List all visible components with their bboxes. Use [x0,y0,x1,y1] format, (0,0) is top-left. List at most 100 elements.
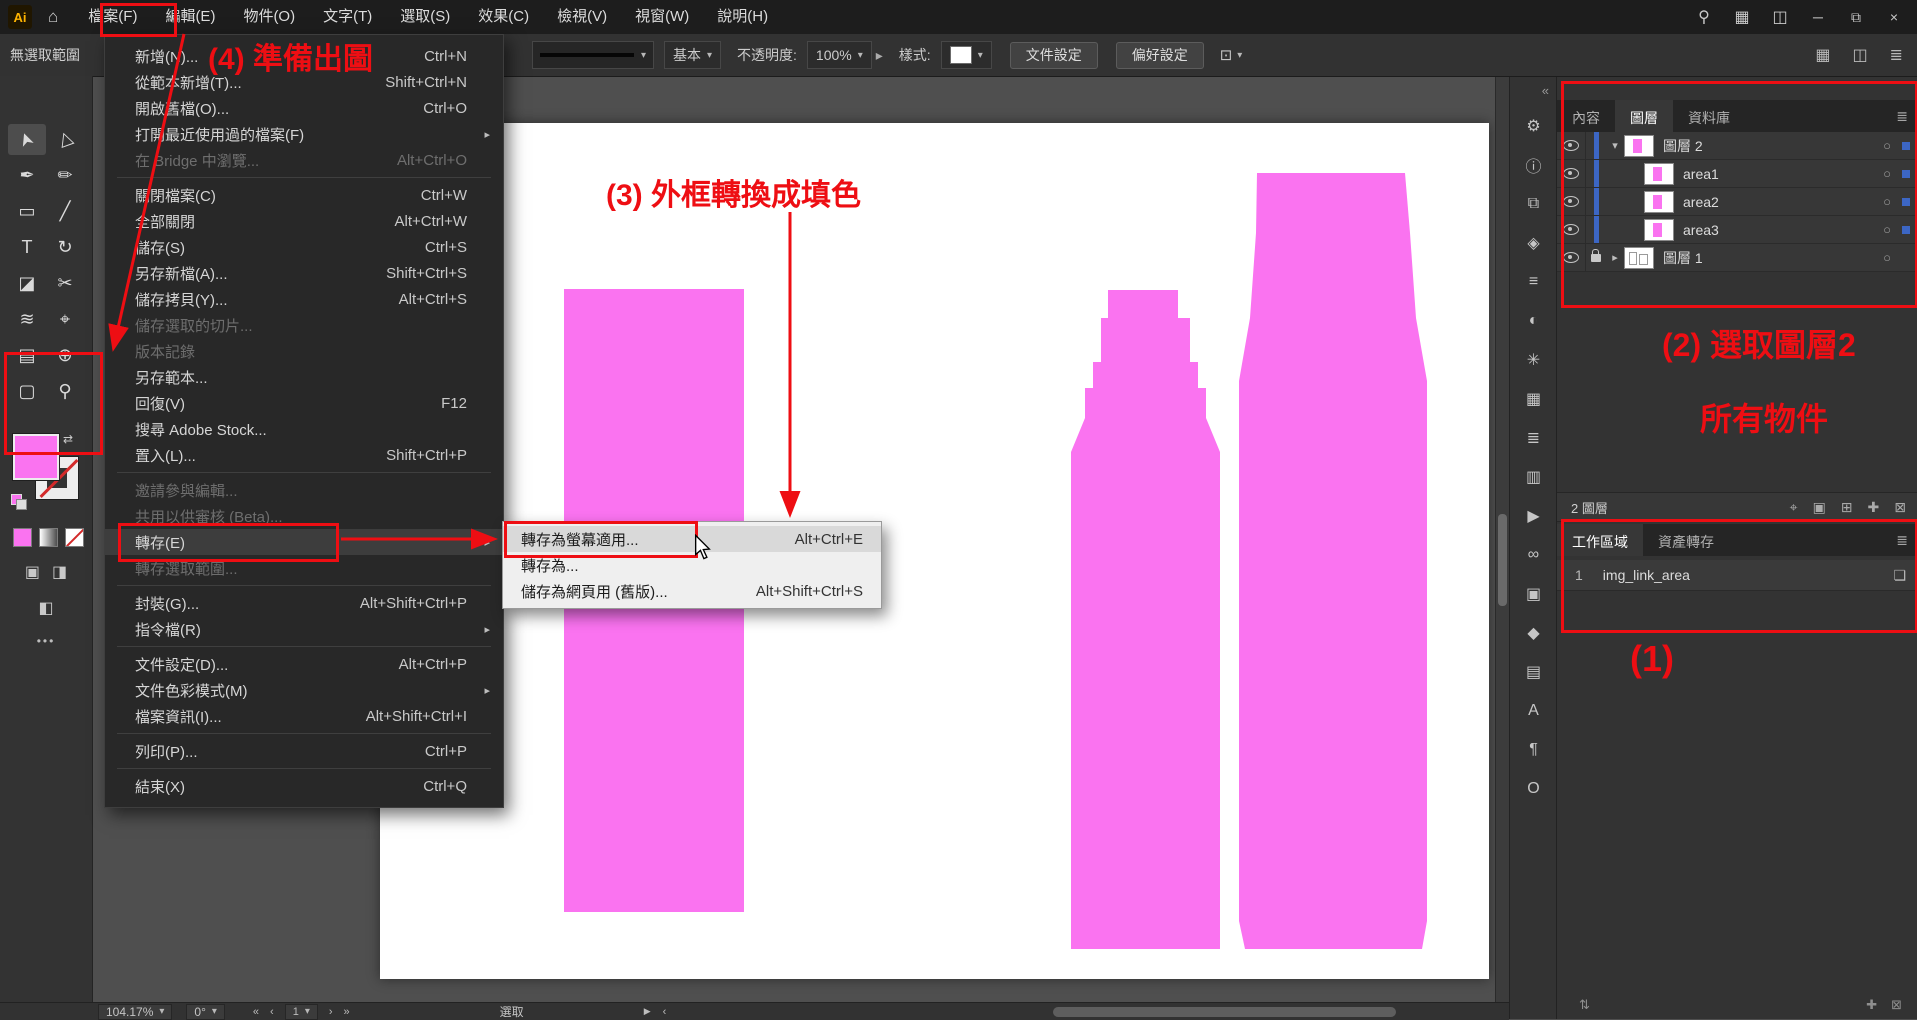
vertical-scrollbar[interactable] [1495,76,1509,1002]
menu-view[interactable]: 檢視(V) [543,0,621,34]
draw-behind-mode-icon[interactable]: ◨ [52,562,67,582]
gradient-tool-icon[interactable]: ▤ [8,340,46,371]
menu-item-document-setup[interactable]: 文件設定(D)...Alt+Ctrl+P [105,651,503,677]
color-fill-icon[interactable] [13,528,32,547]
tab-asset-export[interactable]: 資產轉存 [1643,524,1729,556]
menu-item-save-a-copy[interactable]: 儲存拷貝(Y)...Alt+Ctrl+S [105,286,503,312]
menu-effect[interactable]: 效果(C) [464,0,543,34]
symbols-icon[interactable]: ✳ [1527,340,1540,379]
line-segment-tool-icon[interactable]: ╱ [46,196,84,227]
magenta-large-bottle-shape[interactable] [1239,173,1427,949]
reorder-icon[interactable]: ⇅ [1579,997,1590,1013]
submenu-item-export-for-screens[interactable]: 轉存為螢幕適用...Alt+Ctrl+E [503,526,881,552]
appearance-icon[interactable]: ◈ [1527,223,1539,262]
info-icon[interactable]: ⓘ [1525,145,1541,184]
object-row-area2[interactable]: area2 ○ [1557,188,1917,216]
brush-definition-dropdown[interactable]: 基本 ▾ [664,41,721,69]
next-artboard-icon[interactable]: › [329,1006,333,1018]
screen-mode-icon[interactable]: ◧ [38,598,53,618]
swatches-icon[interactable]: ▦ [1526,379,1541,418]
artboards-panel-icon[interactable]: ▣ [1526,574,1541,613]
scissors-tool-icon[interactable]: ✂ [46,268,84,299]
target-circle-icon[interactable]: ○ [1872,222,1902,237]
illustrator-logo-icon[interactable]: Ai [8,5,32,29]
new-layer-icon[interactable]: ✚ [1868,499,1880,516]
artboard-row[interactable]: 1 img_link_area ❏ [1557,560,1917,591]
last-artboard-icon[interactable]: » [344,1006,350,1018]
panel-menu-icon[interactable]: ≣ [1896,108,1908,125]
default-fill-stroke-icon[interactable] [11,494,27,508]
menu-item-file-info[interactable]: 檔案資訊(I)...Alt+Shift+Ctrl+I [105,703,503,729]
visibility-eye-icon[interactable] [1557,244,1586,271]
delete-layer-icon[interactable]: ⊠ [1894,499,1906,516]
opentype-panel-icon[interactable]: O [1527,769,1539,808]
menu-item-search-adobe-stock[interactable]: 搜尋 Adobe Stock... [105,416,503,442]
rotation-dropdown[interactable]: 0° ▾ [186,1004,225,1020]
panel-toggle-icon[interactable]: ◫ [1852,45,1867,65]
gradient-panel-icon[interactable]: ▤ [1526,652,1541,691]
target-circle-icon[interactable]: ○ [1872,250,1902,265]
stroke-style-dropdown[interactable]: ▾ [532,41,654,69]
visibility-eye-icon[interactable] [1557,160,1586,187]
menu-item-close-all[interactable]: 全部關閉Alt+Ctrl+W [105,208,503,234]
layer-row-layer1[interactable]: ▸ 圖層 1 ○ [1557,244,1917,272]
character-panel-icon[interactable]: A [1528,691,1539,730]
layer-thumbnail[interactable] [1624,135,1654,157]
width-tool-icon[interactable]: ≋ [8,304,46,335]
menu-item-revert[interactable]: 回復(V)F12 [105,390,503,416]
lock-icon[interactable] [1591,254,1601,262]
clipping-mask-icon[interactable]: ▣ [1813,499,1826,516]
rectangle-tool-icon[interactable]: ▭ [8,196,46,227]
paragraph-panel-icon[interactable]: ¶ [1529,730,1538,769]
restore-button[interactable]: ⧉ [1837,9,1875,26]
draw-normal-mode-icon[interactable]: ▣ [25,562,40,582]
links-icon[interactable]: ∞ [1528,535,1539,574]
tab-content[interactable]: 內容 [1557,100,1615,132]
eraser-tool-icon[interactable]: ◪ [8,268,46,299]
swap-fill-stroke-icon[interactable]: ⇄ [63,432,73,446]
menu-item-print[interactable]: 列印(P)...Ctrl+P [105,738,503,764]
blend-tool-icon[interactable]: ⊕ [46,340,84,371]
color-guide-icon[interactable]: ◆ [1527,613,1539,652]
submenu-item-save-for-web-legacy[interactable]: 儲存為網頁用 (舊版)...Alt+Shift+Ctrl+S [503,578,881,604]
target-circle-icon[interactable]: ○ [1872,138,1902,153]
eyedropper-tool-icon[interactable]: ⌖ [46,304,84,335]
visibility-eye-icon[interactable] [1557,216,1586,243]
rotate-tool-icon[interactable]: ↻ [46,232,84,263]
chevron-right-icon[interactable]: ▸ [876,47,883,64]
menu-item-exit[interactable]: 結束(X)Ctrl+Q [105,773,503,799]
zoom-level-dropdown[interactable]: 104.17% ▾ [98,1004,172,1020]
panel-menu-icon[interactable]: ≣ [1896,532,1908,549]
menu-item-close[interactable]: 關閉檔案(C)Ctrl+W [105,182,503,208]
object-name[interactable]: area2 [1683,194,1872,210]
selection-tool-icon[interactable]: ➤ [8,124,46,155]
previous-artboard-icon[interactable]: ‹ [270,1006,274,1018]
direct-selection-tool-icon[interactable]: ▷ [46,124,84,155]
delete-icon[interactable]: ⊠ [1891,997,1902,1013]
menu-object[interactable]: 物件(O) [229,0,309,34]
menu-item-open-recent[interactable]: 打開最近使用過的檔案(F)▸ [105,121,503,147]
magenta-small-bottle-shape[interactable] [1071,290,1220,949]
preferences-button[interactable]: 偏好設定 [1116,42,1204,69]
align-icon[interactable]: ≣ [1527,418,1540,457]
status-arrow-icon[interactable]: ▶ [644,1006,651,1017]
menu-item-save-as[interactable]: 另存新檔(A)...Shift+Ctrl+S [105,260,503,286]
layer-name[interactable]: 圖層 2 [1663,136,1872,156]
close-button[interactable]: × [1875,9,1913,25]
object-thumbnail[interactable] [1644,163,1674,185]
grid-icon[interactable]: ▦ [1815,45,1830,65]
style-dropdown[interactable]: ▾ [941,41,992,69]
opacity-dropdown[interactable]: 100% ▾ [807,41,872,69]
object-row-area1[interactable]: area1 ○ [1557,160,1917,188]
type-tool-icon[interactable]: T [8,232,46,263]
object-thumbnail[interactable] [1644,191,1674,213]
transform-icon[interactable]: ⧉ [1528,184,1539,223]
object-name[interactable]: area1 [1683,166,1872,182]
menu-item-open[interactable]: 開啟舊檔(O)...Ctrl+O [105,95,503,121]
actions-icon[interactable]: ▶ [1527,496,1539,535]
layer-row-layer2[interactable]: ▾ 圖層 2 ○ [1557,132,1917,160]
menu-file[interactable]: 檔案(F) [74,0,151,34]
home-icon[interactable]: ⌂ [48,7,58,27]
snap-options-dropdown[interactable]: ⊡ ▾ [1220,46,1243,64]
tab-artboards[interactable]: 工作區域 [1557,524,1643,556]
